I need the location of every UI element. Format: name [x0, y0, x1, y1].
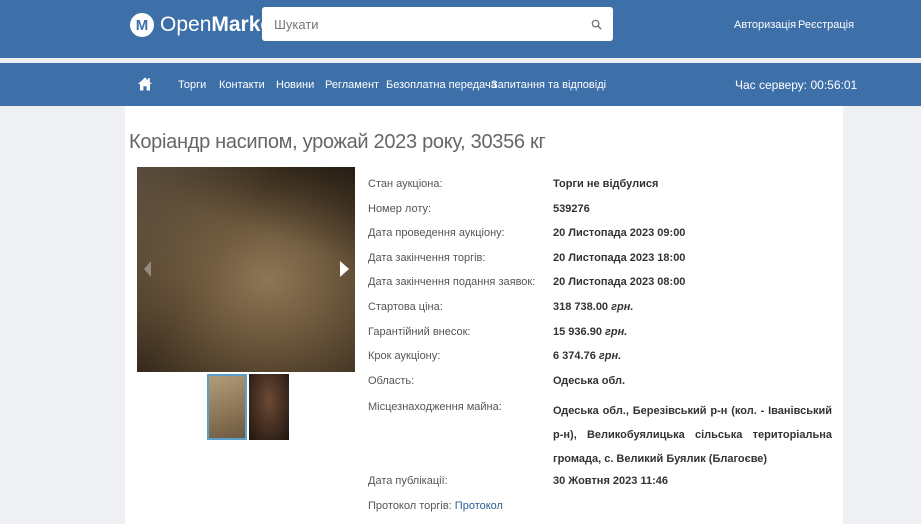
guarantee-label: Гарантійний внесок: — [368, 326, 471, 338]
photo-thumbnail-1[interactable] — [207, 374, 247, 440]
region-label: Область: — [368, 375, 415, 387]
end-date-label: Дата закінчення торгів: — [368, 252, 486, 264]
currency: грн. — [611, 301, 634, 313]
status-value: Торги не відбулися — [553, 178, 659, 190]
main-nav: Торги Контакти Новини Регламент Безоплат… — [0, 63, 921, 106]
chevron-left-icon[interactable] — [143, 259, 153, 279]
server-time-value: 00:56:01 — [810, 78, 858, 92]
guarantee-amount: 15 936.90 — [553, 326, 602, 338]
auction-date-label: Дата проведення аукціону: — [368, 227, 505, 239]
step-label: Крок аукціону: — [368, 350, 441, 362]
status-label: Стан аукціона: — [368, 178, 443, 190]
protocol-link[interactable]: Протокол — [455, 500, 503, 512]
lot-number-value: 539276 — [553, 203, 590, 215]
top-header: M OpenMarket Авторизація Реєстрація — [0, 0, 921, 58]
published-label: Дата публікації: — [368, 475, 448, 487]
region-value: Одеська обл. — [553, 375, 626, 387]
photo-thumbnail-2[interactable] — [249, 374, 289, 440]
logo-mark: M — [135, 16, 149, 34]
nav-item-faq[interactable]: Запитання та відповіді — [491, 79, 606, 91]
logo-text-prefix: Open — [160, 13, 212, 36]
lot-main-photo[interactable] — [137, 167, 355, 372]
login-link[interactable]: Авторизація — [734, 19, 796, 31]
nav-item-news[interactable]: Новини — [276, 79, 314, 91]
logo[interactable]: M OpenMarket — [130, 11, 279, 39]
logo-icon: M — [130, 13, 154, 37]
nav-item-auctions[interactable]: Торги — [178, 79, 206, 91]
applications-end-value: 20 Листопада 2023 08:00 — [553, 276, 686, 288]
search-button[interactable] — [580, 7, 613, 41]
server-time: Час серверу: 00:56:01 — [735, 78, 857, 92]
page-title: Коріандр насипом, урожай 2023 року, 3035… — [129, 131, 546, 153]
nav-item-regulations[interactable]: Регламент — [325, 79, 379, 91]
search-input[interactable] — [262, 7, 580, 41]
location-label: Місцезнаходження майна: — [368, 401, 502, 413]
auction-date-value: 20 Листопада 2023 09:00 — [553, 227, 686, 239]
register-link[interactable]: Реєстрація — [798, 19, 854, 31]
location-value: Одеська обл., Березівський р-н (кол. - І… — [553, 405, 832, 465]
end-date-value: 20 Листопада 2023 18:00 — [553, 252, 686, 264]
start-price-value: 318 738.00 грн. — [553, 301, 633, 313]
server-time-label: Час серверу: — [735, 78, 808, 92]
lot-number-label: Номер лоту: — [368, 203, 432, 215]
search-icon — [591, 19, 602, 30]
guarantee-value: 15 936.90 грн. — [553, 326, 627, 338]
search-box — [262, 7, 613, 41]
currency: грн. — [598, 350, 622, 362]
lot-card: Коріандр насипом, урожай 2023 року, 3035… — [125, 106, 843, 524]
protocol-label: Протокол торгів: — [368, 500, 452, 512]
nav-item-free-transfer[interactable]: Безоплатна передача — [386, 79, 497, 91]
step-value: 6 374.76 грн. — [553, 350, 621, 362]
start-price-label: Стартова ціна: — [368, 301, 443, 313]
published-value: 30 Жовтня 2023 11:46 — [553, 475, 668, 487]
home-icon[interactable] — [137, 76, 153, 92]
photo-texture — [137, 167, 355, 372]
applications-end-label: Дата закінчення подання заявок: — [368, 276, 536, 288]
chevron-right-icon[interactable] — [337, 259, 351, 279]
step-amount: 6 374.76 — [553, 350, 596, 362]
start-price-amount: 318 738.00 — [553, 301, 609, 313]
protocol-row: Протокол торгів: Протокол — [368, 500, 503, 512]
nav-item-contacts[interactable]: Контакти — [219, 79, 265, 91]
currency: грн. — [605, 326, 628, 338]
